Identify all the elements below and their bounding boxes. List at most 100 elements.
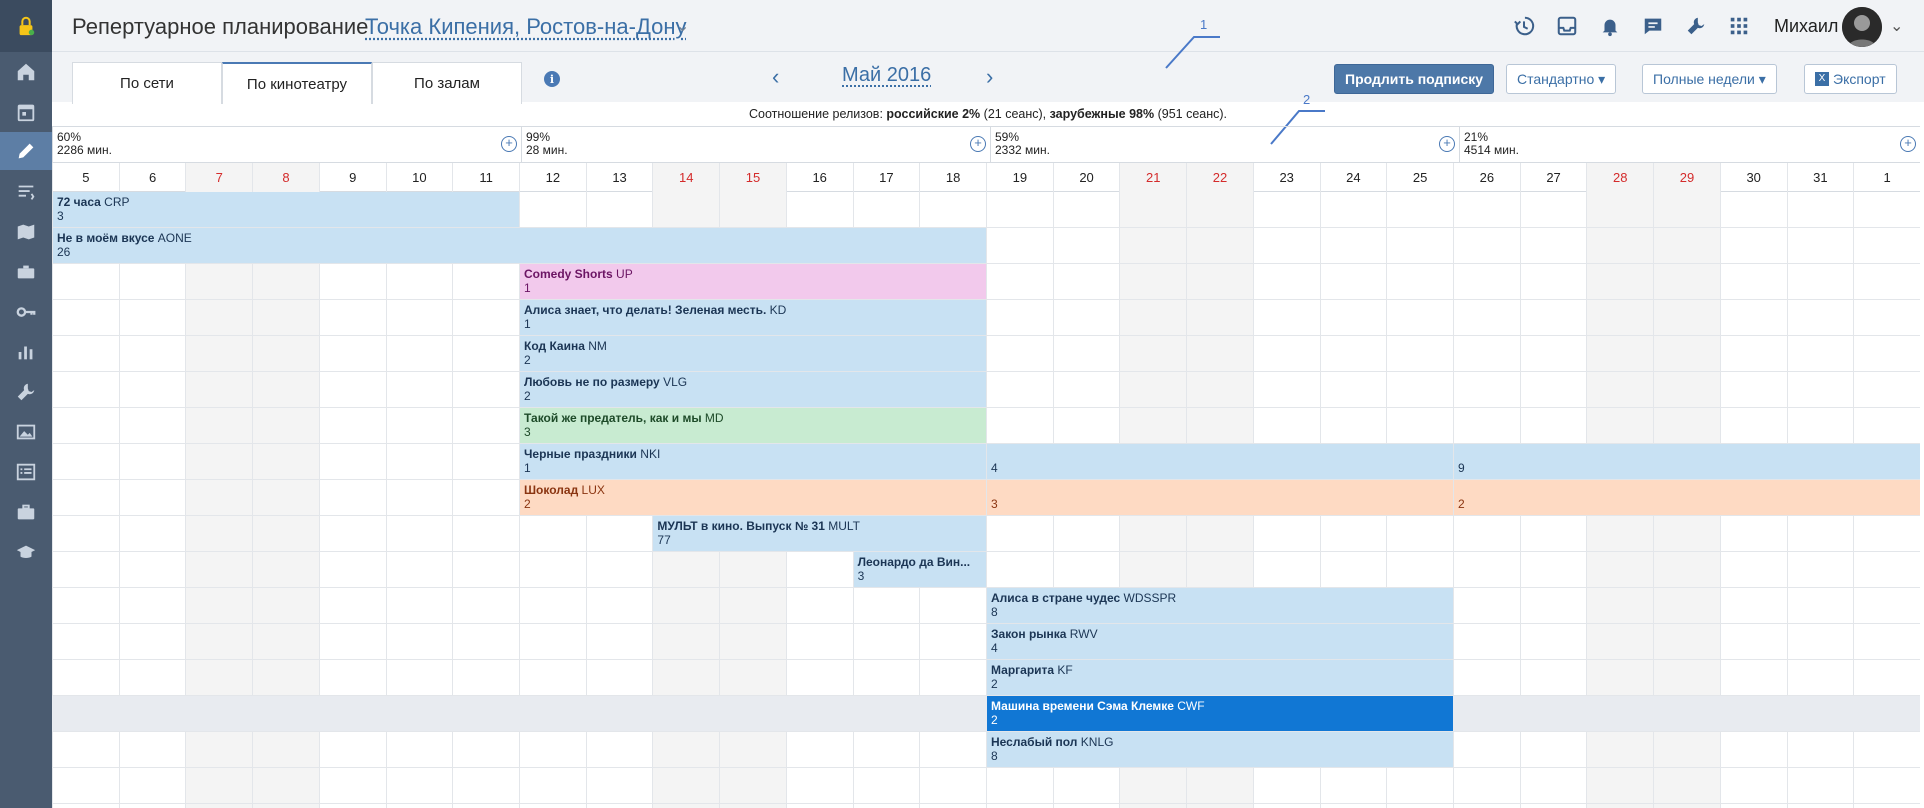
projector-icon[interactable]: [0, 252, 52, 292]
month-selector[interactable]: Май 2016: [842, 64, 931, 87]
full-weeks-label: Полные недели: [1653, 71, 1755, 87]
film-bar[interactable]: 9: [1454, 444, 1920, 479]
film-code: MD: [701, 411, 724, 425]
chart-icon[interactable]: [0, 332, 52, 372]
film-bar[interactable]: Такой же предатель, как и мы MD 3: [520, 408, 986, 443]
film-name: Маргарита: [991, 663, 1055, 677]
key-icon[interactable]: [0, 292, 52, 332]
list-icon[interactable]: [0, 452, 52, 492]
film-bar[interactable]: Comedy Shorts UP 1: [520, 264, 986, 299]
row-divider: [52, 515, 1920, 516]
subscribe-button[interactable]: Продлить подписку: [1334, 64, 1495, 94]
film-bar[interactable]: Черные праздники NKI 1: [520, 444, 986, 479]
day-header: 10: [385, 163, 453, 193]
gallery-icon[interactable]: [0, 412, 52, 452]
full-weeks-dropdown[interactable]: Полные недели ▾: [1642, 64, 1777, 94]
add-icon[interactable]: +: [1900, 136, 1916, 152]
chevron-left-icon[interactable]: ‹: [772, 64, 779, 90]
week-percent: 60%: [57, 130, 82, 144]
avatar[interactable]: [1842, 7, 1882, 47]
ratio-prefix: Соотношение релизов:: [748, 107, 883, 121]
ratio-ru-label: российские 2%: [886, 107, 981, 121]
tab-cinema[interactable]: По кинотеатру: [222, 62, 372, 104]
pencil-icon[interactable]: [0, 132, 52, 170]
film-name: Машина времени Сэма Клемке: [991, 699, 1174, 713]
export-button[interactable]: X Экспорт: [1804, 64, 1897, 94]
session-count: 2: [524, 497, 531, 511]
annotation-line-1: [1165, 36, 1220, 69]
film-bar[interactable]: 3: [987, 480, 1453, 515]
chat-icon[interactable]: [1641, 14, 1665, 38]
wrench-icon[interactable]: [0, 372, 52, 412]
film-bar[interactable]: 72 часа CRP 3: [53, 192, 519, 227]
session-count: 3: [57, 209, 64, 223]
wrench-icon[interactable]: [1684, 14, 1708, 38]
standard-dropdown[interactable]: Стандартно ▾: [1506, 64, 1617, 94]
topbar: Репертуарное планирование Точка Кипения,…: [52, 0, 1924, 52]
film-bar[interactable]: Машина времени Сэма Клемке CWF 2: [987, 696, 1453, 731]
user-name[interactable]: Михаил: [1774, 16, 1838, 37]
add-icon[interactable]: +: [1439, 136, 1455, 152]
film-bar[interactable]: Закон рынка RWV 4: [987, 624, 1453, 659]
film-bar[interactable]: 4: [987, 444, 1453, 479]
day-header: 27: [1519, 163, 1587, 193]
add-icon[interactable]: +: [501, 136, 517, 152]
film-title: Машина времени Сэма Клемке CWF: [991, 699, 1205, 713]
add-icon[interactable]: +: [970, 136, 986, 152]
day-header: 13: [585, 163, 653, 193]
tab-network[interactable]: По сети: [72, 62, 222, 104]
week-percent: 99%: [526, 130, 551, 144]
calendar-icon[interactable]: [0, 92, 52, 132]
film-bar[interactable]: Маргарита KF 2: [987, 660, 1453, 695]
film-bar[interactable]: 2: [1454, 480, 1920, 515]
film-bar[interactable]: МУЛЬТ в кино. Выпуск № 31 MULT 77: [653, 516, 986, 551]
film-title: Леонардо да Вин...: [858, 555, 971, 569]
map-icon[interactable]: [0, 212, 52, 252]
film-bar[interactable]: Леонардо да Вин... 3: [853, 552, 986, 587]
film-title: Алиса знает, что делать! Зеленая месть. …: [524, 303, 786, 317]
film-bar[interactable]: Шоколад LUX 2: [520, 480, 986, 515]
tab-halls[interactable]: По залам: [372, 62, 522, 104]
film-name: МУЛЬТ в кино. Выпуск № 31: [657, 519, 825, 533]
bell-icon[interactable]: [1598, 14, 1622, 38]
history-icon[interactable]: [1512, 14, 1536, 38]
film-code: VLG: [659, 375, 688, 389]
day-header: 6: [118, 163, 186, 193]
film-bar[interactable]: Неслабый пол KNLG 8: [987, 732, 1453, 767]
film-bar[interactable]: Любовь не по размеру VLG 2: [520, 372, 986, 407]
chevron-right-icon[interactable]: ›: [986, 64, 993, 90]
day-header: 20: [1052, 163, 1120, 193]
film-bar[interactable]: Не в моём вкусе AONE 26: [53, 228, 986, 263]
inbox-icon[interactable]: [1555, 14, 1579, 38]
week-minutes: 28 мин.: [526, 143, 568, 157]
chevron-down-icon[interactable]: ⌄: [676, 16, 689, 36]
day-header: 22: [1186, 163, 1253, 193]
day-header: 28: [1586, 163, 1654, 193]
lock-icon[interactable]: [0, 0, 52, 52]
row-divider: [52, 803, 1920, 804]
film-code: CWF: [1173, 699, 1205, 713]
info-icon[interactable]: i: [544, 71, 560, 87]
row-divider: [52, 767, 1920, 768]
film-name: Такой же предатель, как и мы: [524, 411, 702, 425]
film-bar[interactable]: Алиса знает, что делать! Зеленая месть. …: [520, 300, 986, 335]
chevron-down-icon[interactable]: ⌄: [1890, 16, 1903, 36]
film-title: Алиса в стране чудес WDSSPR: [991, 591, 1176, 605]
day-header: 8: [252, 163, 319, 193]
film-title: Шоколад LUX: [524, 483, 605, 497]
film-bar[interactable]: Алиса в стране чудес WDSSPR 8: [987, 588, 1453, 623]
briefcase-icon[interactable]: [0, 492, 52, 532]
week-minutes: 2332 мин.: [995, 143, 1050, 157]
venue-selector[interactable]: Точка Кипения, Ростов-на-Дону: [365, 14, 686, 40]
session-count: 8: [991, 605, 998, 619]
film-bar[interactable]: Код Каина NM 2: [520, 336, 986, 371]
row-divider: [52, 659, 1920, 660]
session-count: 26: [57, 245, 71, 259]
week-percent: 21%: [1464, 130, 1489, 144]
sort-icon[interactable]: [0, 172, 52, 212]
graduation-icon[interactable]: [0, 532, 52, 572]
film-title: Такой же предатель, как и мы MD: [524, 411, 724, 425]
home-icon[interactable]: [0, 52, 52, 92]
apps-grid-icon[interactable]: [1727, 14, 1751, 38]
